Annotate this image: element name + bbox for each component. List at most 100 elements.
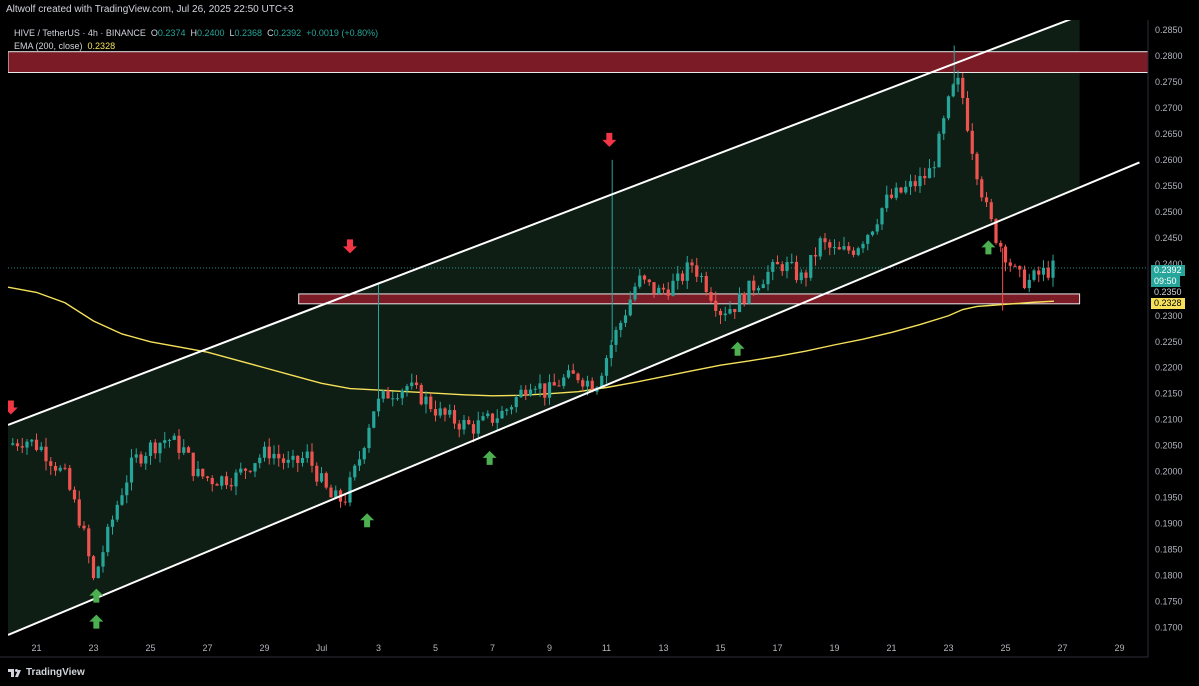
y-tick-label: 0.1750: [1155, 597, 1183, 607]
candle-body: [899, 187, 903, 193]
x-tick-label: 5: [433, 643, 438, 653]
candle-body: [87, 528, 91, 557]
candle-body: [201, 468, 205, 477]
candle-body: [82, 525, 86, 529]
x-tick-label: 23: [88, 643, 98, 653]
candle-body: [809, 255, 813, 278]
candle-body: [956, 77, 960, 85]
y-tick-label: 0.1800: [1155, 571, 1183, 581]
y-tick-label: 0.1850: [1155, 545, 1183, 555]
candle-body: [433, 409, 438, 416]
candle-body: [20, 446, 24, 448]
candle-body: [196, 468, 200, 477]
price-chart[interactable]: 0.2850 0.2800 0.2750 0.2700 0.2650 0.2600 0.25…: [0, 0, 1199, 686]
candle-body: [557, 385, 561, 387]
candle-body: [894, 187, 898, 198]
x-tick-label: 21: [886, 643, 896, 653]
candle-body: [348, 477, 352, 503]
candle-body: [547, 382, 552, 398]
candle-body: [357, 459, 362, 466]
candle-body: [704, 276, 708, 293]
up-arrow-icon: [89, 614, 104, 629]
tradingview-brand[interactable]: TradingView: [26, 667, 85, 678]
y-tick-label: 0.2750: [1155, 77, 1183, 87]
chart-legend: HIVE / TetherUS · 4h · BINANCE O0.2374 H…: [14, 27, 378, 53]
up-arrow-icon: [730, 341, 745, 356]
candle-body: [718, 310, 723, 316]
candle-body: [847, 246, 851, 251]
y-tick-label: 0.2150: [1155, 389, 1183, 399]
candle-body: [571, 370, 575, 374]
candle-body: [904, 186, 908, 193]
candle-body: [842, 246, 846, 250]
candle-body: [528, 389, 533, 396]
down-arrow-icon: [942, 3, 956, 17]
candle-body: [172, 435, 176, 440]
candle-body: [638, 275, 642, 287]
candle-body: [391, 398, 395, 400]
candle-body: [642, 275, 647, 280]
candle-body: [889, 194, 894, 198]
candle-body: [785, 262, 789, 272]
candle-body: [875, 224, 879, 232]
x-tick-label: Jul: [316, 643, 328, 653]
candle-body: [813, 255, 818, 257]
low-value: 0.2368: [234, 28, 263, 38]
x-tick-label: 3: [376, 643, 381, 653]
candle-body: [999, 242, 1003, 247]
candle-body: [30, 439, 34, 442]
candle-body: [733, 308, 737, 313]
candle-body: [666, 289, 670, 296]
open-label: O: [150, 28, 158, 38]
candle-body: [661, 287, 666, 290]
x-tick-label: 7: [490, 643, 495, 653]
candle-body: [804, 272, 808, 278]
y-tick-label: 0.1950: [1155, 493, 1183, 503]
candle-body: [44, 446, 48, 462]
candle-body: [1008, 262, 1012, 266]
candle-body: [505, 409, 509, 411]
ema-value: 0.2328: [87, 41, 116, 51]
candle-body: [576, 373, 580, 381]
candle-body: [372, 411, 376, 428]
ema-label[interactable]: EMA (200, close): [14, 41, 83, 51]
candle-body: [723, 313, 727, 316]
candle-body: [53, 465, 58, 471]
high-value: 0.2400: [196, 28, 225, 38]
candle-body: [72, 489, 77, 500]
candle-body: [110, 519, 115, 527]
candle-body: [334, 490, 338, 498]
candle-body: [585, 380, 590, 387]
candle-body: [286, 459, 290, 463]
candle-body: [1018, 266, 1022, 270]
x-tick-label: 11: [602, 643, 611, 653]
candle-body: [457, 423, 461, 430]
candle-body: [790, 261, 794, 263]
candle-body: [980, 179, 984, 198]
candle-body: [647, 279, 651, 283]
candle-body: [870, 231, 875, 235]
candle-body: [880, 208, 884, 225]
candle-body: [400, 390, 404, 399]
x-tick-label: 29: [1114, 643, 1124, 653]
symbol-label[interactable]: HIVE / TetherUS · 4h · BINANCE: [14, 28, 146, 38]
candle-body: [424, 396, 428, 405]
candle-body: [695, 265, 699, 277]
candle-body: [395, 398, 400, 400]
candle-body: [1013, 265, 1017, 267]
candle-body: [120, 495, 124, 505]
candle-body: [623, 315, 628, 323]
candle-body: [125, 482, 129, 496]
y-tick-label: 0.1900: [1155, 519, 1183, 529]
candle-body: [728, 308, 732, 314]
x-tick-label: 25: [145, 643, 155, 653]
candle-body: [343, 501, 347, 503]
candle-body: [258, 457, 262, 464]
candle-body: [1046, 267, 1050, 278]
up-arrow-icon: [360, 513, 375, 528]
candle-body: [486, 413, 490, 417]
candle-body: [714, 300, 718, 311]
candle-body: [115, 504, 119, 520]
candle-body: [405, 386, 409, 391]
candle-body: [272, 453, 276, 459]
